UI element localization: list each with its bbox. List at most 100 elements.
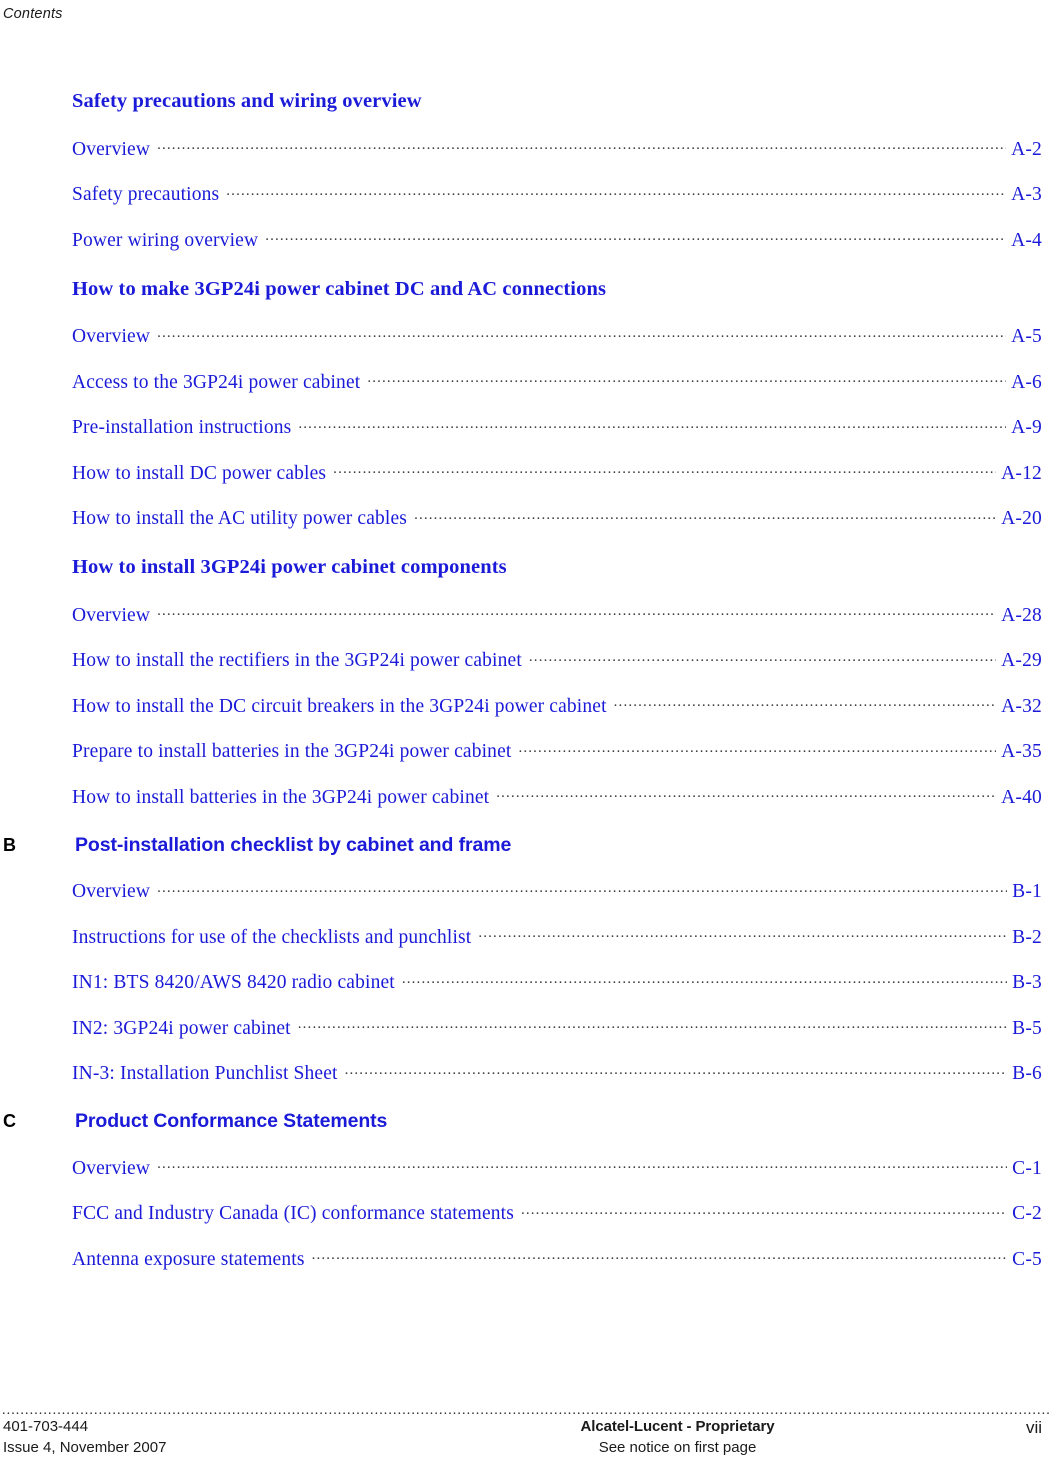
section-heading[interactable]: How to make 3GP24i power cabinet DC and … — [72, 278, 1049, 301]
toc-entry[interactable]: How to install the rectifiers in the 3GP… — [72, 647, 1042, 673]
running-header-contents: Contents — [3, 6, 63, 22]
toc-entry-page-number: C-5 — [1012, 1248, 1042, 1270]
toc-entry-label: How to install the AC utility power cabl… — [72, 508, 408, 529]
appendix-letter: C — [3, 1111, 16, 1131]
toc-entry-leader-dots — [157, 135, 1006, 155]
toc-entry-leader-dots — [157, 601, 996, 621]
toc-entry[interactable]: How to install batteries in the 3GP24i p… — [72, 783, 1042, 809]
page-footer: ........................................… — [0, 1380, 1049, 1472]
toc-entry-page-number: B-5 — [1012, 1017, 1042, 1039]
toc-entry-label: Overview — [72, 138, 151, 160]
toc-entry-leader-dots — [518, 738, 996, 758]
toc-entry-page-number: B-1 — [1012, 881, 1042, 902]
toc-entry[interactable]: Overview C-1 — [72, 1154, 1042, 1180]
toc-entry-label: Safety precautions — [72, 184, 220, 205]
toc-entry[interactable]: Power wiring overview A-4 — [72, 226, 1042, 252]
appendix-heading[interactable]: B Post-installation checklist by cabinet … — [0, 834, 1049, 857]
toc-entry[interactable]: IN2: 3GP24i power cabinet B-5 — [72, 1014, 1042, 1040]
section-heading[interactable]: How to install 3GP24i power cabinet comp… — [72, 556, 1049, 579]
toc-entry-label: IN1: BTS 8420/AWS 8420 radio cabinet — [72, 972, 395, 993]
toc-entry-label: Antenna exposure statements — [72, 1248, 305, 1270]
toc-entry-label: How to install the DC circuit breakers i… — [72, 695, 607, 717]
toc-entry-label: FCC and Industry Canada (IC) conformance… — [72, 1203, 514, 1224]
toc-entry[interactable]: How to install the AC utility power cabl… — [72, 505, 1042, 531]
footer-notice-reference: See notice on first page — [598, 1439, 757, 1457]
footer-document-number: 401-703-444 — [3, 1418, 89, 1435]
appendix-title: Product Conformance Statements — [75, 1110, 388, 1132]
toc-entry-page-number: C-1 — [1012, 1157, 1042, 1179]
toc-entry-leader-dots — [345, 1060, 1008, 1080]
toc-entry-page-number: A-12 — [1001, 462, 1042, 484]
footer-page-number: vii — [1025, 1418, 1042, 1437]
toc-entry[interactable]: Prepare to install batteries in the 3GP2… — [72, 738, 1042, 764]
toc-entry-label: How to install DC power cables — [72, 462, 327, 484]
toc-entry-page-number: A-20 — [1001, 508, 1042, 529]
toc-entry-leader-dots — [614, 692, 996, 712]
toc-entry-page-number: B-6 — [1012, 1063, 1042, 1084]
toc-entry-label: Overview — [72, 1157, 151, 1179]
footer-dotted-rule: ........................................… — [2, 1408, 1049, 1414]
toc-entry[interactable]: Pre-installation instructions A-9 — [72, 414, 1042, 440]
toc-entry[interactable]: IN-3: Installation Punchlist Sheet B-6 — [72, 1060, 1042, 1086]
toc-entry-page-number: A-29 — [1001, 650, 1042, 671]
toc-entry-leader-dots — [157, 323, 1006, 343]
toc-entry-page-number: A-28 — [1001, 604, 1042, 626]
toc-entry[interactable]: Overview A-5 — [72, 323, 1042, 349]
toc-entry-page-number: A-2 — [1011, 138, 1042, 160]
toc-entry-page-number: A-35 — [1001, 741, 1042, 762]
appendix-title: Post-installation checklist by cabinet a… — [75, 833, 512, 856]
toc-entry-leader-dots — [496, 783, 996, 803]
toc-entry-page-number: A-32 — [1001, 695, 1042, 717]
appendix-heading[interactable]: C Product Conformance Statements — [0, 1110, 1049, 1133]
toc-entry-leader-dots — [265, 226, 1006, 246]
section-heading[interactable]: Safety precautions and wiring overview — [72, 90, 1049, 113]
toc-entry-label: Pre-installation instructions — [72, 417, 292, 438]
toc-entry-leader-dots — [521, 1200, 1007, 1220]
toc-entry[interactable]: FCC and Industry Canada (IC) conformance… — [72, 1200, 1042, 1226]
footer-left-block: 401-703-444 Issue 4, November 2007 — [0, 1416, 433, 1459]
toc-entry-label: Overview — [72, 881, 151, 902]
footer-issue-date: Issue 4, November 2007 — [3, 1439, 167, 1457]
toc-entry-page-number: A-4 — [1011, 229, 1042, 251]
toc-entry[interactable]: Overview A-2 — [72, 135, 1042, 161]
toc-entry-leader-dots — [402, 969, 1007, 989]
toc-entry-label: Prepare to install batteries in the 3GP2… — [72, 741, 512, 762]
toc-entry[interactable]: Antenna exposure statements C-5 — [72, 1245, 1042, 1271]
toc-entry-page-number: A-6 — [1011, 371, 1042, 393]
toc-entry[interactable]: IN1: BTS 8420/AWS 8420 radio cabinet B-3 — [72, 969, 1042, 995]
toc-entry-label: IN2: 3GP24i power cabinet — [72, 1017, 291, 1039]
toc-entry-label: Overview — [72, 604, 151, 626]
toc-entry-leader-dots — [298, 414, 1006, 434]
toc-entry-leader-dots — [157, 1154, 1007, 1174]
toc-entry[interactable]: How to install DC power cables A-12 — [72, 459, 1042, 485]
toc-entry-page-number: A-5 — [1011, 326, 1042, 347]
toc-entry-leader-dots — [367, 368, 1006, 388]
toc-entry-label: How to install the rectifiers in the 3GP… — [72, 650, 522, 671]
appendix-letter: B — [3, 834, 16, 855]
toc-entry-label: Access to the 3GP24i power cabinet — [72, 371, 361, 393]
toc-entry-page-number: A-9 — [1011, 417, 1042, 438]
toc-entry-label: Instructions for use of the checklists a… — [72, 926, 472, 948]
toc-entry-leader-dots — [529, 647, 996, 667]
toc-entry[interactable]: Instructions for use of the checklists a… — [72, 923, 1042, 949]
toc-entry-label: Power wiring overview — [72, 229, 259, 251]
toc-entry[interactable]: Safety precautions A-3 — [72, 181, 1042, 207]
toc-entry[interactable]: Overview B-1 — [72, 878, 1042, 904]
footer-center-block: Alcatel-Lucent - Proprietary See notice … — [433, 1416, 922, 1459]
toc-entry-leader-dots — [478, 923, 1007, 943]
toc-entry-page-number: B-2 — [1012, 926, 1042, 948]
footer-columns: 401-703-444 Issue 4, November 2007 Alcat… — [0, 1416, 1049, 1459]
toc-entry[interactable]: Overview A-28 — [72, 601, 1042, 627]
footer-proprietary-notice: Alcatel-Lucent - Proprietary — [580, 1418, 775, 1435]
toc-entry-leader-dots — [414, 505, 996, 525]
toc-entry-leader-dots — [312, 1245, 1008, 1265]
table-of-contents: Safety precautions and wiring overview Ov… — [0, 64, 1049, 1291]
toc-entry-page-number: B-3 — [1012, 972, 1042, 993]
toc-entry-leader-dots — [298, 1014, 1007, 1034]
toc-entry-page-number: A-3 — [1011, 184, 1042, 205]
toc-entry-page-number: A-40 — [1001, 786, 1042, 808]
toc-entry-leader-dots — [157, 878, 1007, 898]
toc-entry[interactable]: How to install the DC circuit breakers i… — [72, 692, 1042, 718]
toc-entry-leader-dots — [333, 459, 996, 479]
toc-entry[interactable]: Access to the 3GP24i power cabinet A-6 — [72, 368, 1042, 394]
